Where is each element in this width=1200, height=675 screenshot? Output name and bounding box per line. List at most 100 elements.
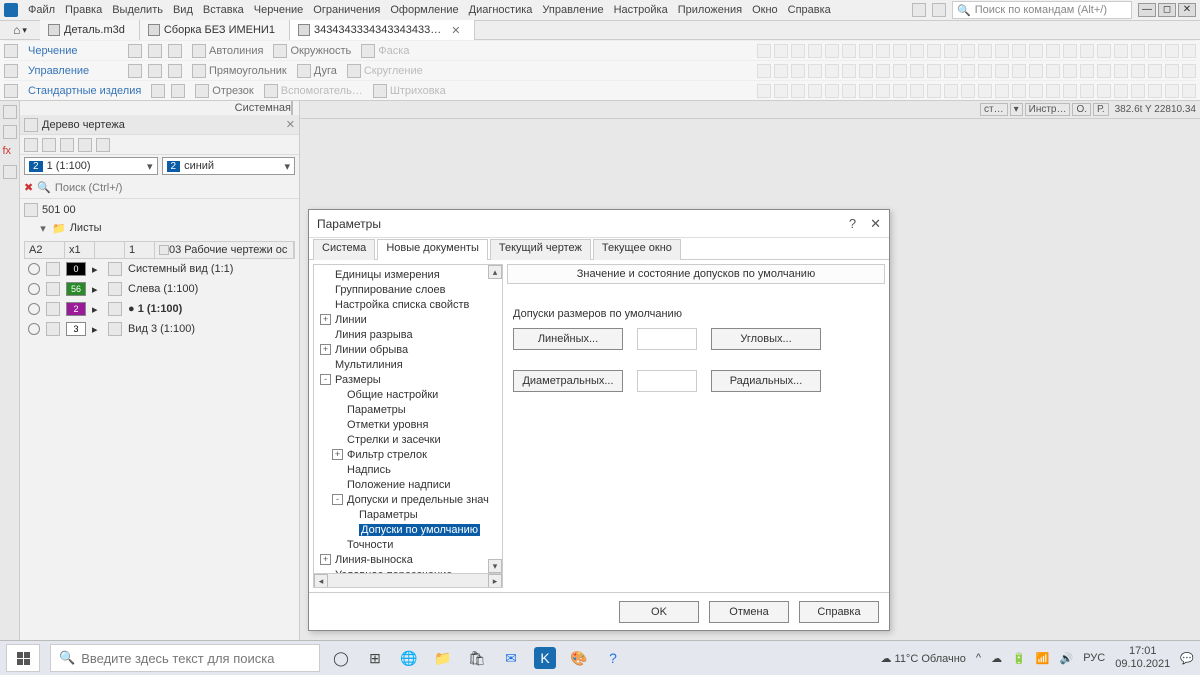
battery-icon[interactable]: 🔋 (1012, 652, 1026, 665)
menu-Вставка[interactable]: Вставка (203, 4, 244, 16)
drawing-mode-icon[interactable] (4, 44, 18, 58)
ribbon-icon[interactable] (876, 64, 890, 78)
menu-Диагностика[interactable]: Диагностика (469, 4, 533, 16)
panel-close-icon[interactable]: ✕ (286, 118, 295, 131)
scroll-up-icon[interactable]: ▴ (488, 265, 502, 279)
expand-icon[interactable]: + (332, 449, 343, 460)
ribbon-icon[interactable] (893, 84, 907, 98)
dialog-tab[interactable]: Новые документы (377, 239, 488, 260)
ribbon-tab-drawing[interactable]: Черчение (28, 45, 118, 57)
scroll-horizontal[interactable]: ◂▸ (314, 573, 502, 587)
ribbon-icon[interactable] (842, 64, 856, 78)
expand-icon[interactable]: + (320, 344, 331, 355)
ribbon-icon[interactable] (1097, 44, 1111, 58)
ribbon-icon[interactable] (774, 84, 788, 98)
ribbon-icon[interactable] (808, 84, 822, 98)
lock-icon[interactable] (46, 322, 60, 336)
open-icon[interactable] (148, 44, 162, 58)
diametral-tolerances-button[interactable]: Диаметральных... (513, 370, 623, 392)
refresh-tree-icon[interactable] (60, 138, 74, 152)
doc-tab[interactable]: 3434343334343343433…✕ (290, 20, 475, 40)
ribbon-icon[interactable] (1148, 64, 1162, 78)
expand-icon[interactable]: - (332, 494, 343, 505)
tool-aux[interactable]: Вспомогатель… (264, 84, 363, 98)
menu-Ограничения[interactable]: Ограничения (313, 4, 380, 16)
mail-icon[interactable]: ✉ (500, 647, 522, 669)
store-icon[interactable]: 🛍 (466, 647, 488, 669)
tool-hatch[interactable]: Штриховка (373, 84, 446, 98)
volume-icon[interactable]: 🔊 (1060, 652, 1074, 665)
ribbon-icon[interactable] (1148, 44, 1162, 58)
lock-icon[interactable] (46, 282, 60, 296)
view-row[interactable]: 0▸Системный вид (1:1) (24, 259, 295, 279)
ribbon-icon[interactable] (1029, 84, 1043, 98)
ribbon-icon[interactable] (1165, 44, 1179, 58)
close-window-button[interactable]: ✕ (1178, 3, 1196, 17)
help-button[interactable]: Справка (799, 601, 879, 623)
visibility-icon[interactable] (28, 283, 40, 295)
dialog-tree-item[interactable]: Точности (320, 537, 502, 552)
ribbon-icon[interactable] (978, 44, 992, 58)
angular-tolerances-button[interactable]: Угловых... (711, 328, 821, 350)
ribbon-icon[interactable] (757, 64, 771, 78)
view-mode-icon[interactable] (912, 3, 926, 17)
ribbon-icon[interactable] (910, 64, 924, 78)
menu-Вид[interactable]: Вид (173, 4, 193, 16)
start-button[interactable] (6, 644, 40, 672)
ribbon-icon[interactable] (1029, 64, 1043, 78)
ribbon-icon[interactable] (774, 64, 788, 78)
tree-node-sheets[interactable]: ▾📁Листы (24, 219, 295, 237)
visibility-icon[interactable] (28, 263, 40, 275)
minimize-button[interactable]: — (1138, 3, 1156, 17)
cancel-button[interactable]: Отмена (709, 601, 789, 623)
dialog-close-button[interactable]: ✕ (870, 216, 881, 232)
ribbon-icon[interactable] (876, 44, 890, 58)
tool-segment[interactable]: Отрезок (195, 84, 253, 98)
ribbon-icon[interactable] (859, 84, 873, 98)
ribbon-icon[interactable] (1114, 64, 1128, 78)
tree-toggle-icon[interactable] (3, 105, 17, 119)
ribbon-icon[interactable] (1046, 44, 1060, 58)
clock[interactable]: 17:0109.10.2021 (1115, 645, 1170, 671)
nav-right-icon[interactable] (171, 84, 185, 98)
ribbon-icon[interactable] (1063, 64, 1077, 78)
ribbon-icon[interactable] (1012, 44, 1026, 58)
lock-icon[interactable] (46, 302, 60, 316)
fx-icon[interactable]: fx (3, 145, 17, 159)
ribbon-icon[interactable] (1080, 84, 1094, 98)
view-mode-icon-2[interactable] (932, 3, 946, 17)
manage-icon[interactable] (4, 64, 18, 78)
tool-autoline[interactable]: Автолиния (192, 44, 263, 58)
dialog-tree-item[interactable]: Отметки уровня (320, 417, 502, 432)
undo-icon[interactable] (128, 64, 142, 78)
ribbon-icon[interactable] (859, 64, 873, 78)
dialog-tree-item[interactable]: Надпись (320, 462, 502, 477)
ribbon-icon[interactable] (1012, 84, 1026, 98)
ribbon-icon[interactable] (842, 84, 856, 98)
ribbon-icon[interactable] (1097, 84, 1111, 98)
dialog-tab[interactable]: Текущий чертеж (490, 239, 591, 260)
ribbon-icon[interactable] (1182, 44, 1196, 58)
ribbon-icon[interactable] (995, 64, 1009, 78)
scroll-down-icon[interactable]: ▾ (488, 559, 502, 573)
ribbon-icon[interactable] (961, 44, 975, 58)
dialog-tree-item[interactable]: -Размеры (320, 372, 502, 387)
ribbon-icon[interactable] (757, 44, 771, 58)
dialog-tree-item[interactable]: Параметры (320, 402, 502, 417)
ribbon-icon[interactable] (1080, 44, 1094, 58)
home-icon[interactable]: ⌂ (13, 23, 20, 37)
tool-rectangle[interactable]: Прямоугольник (192, 64, 287, 78)
view-row[interactable]: 3▸Вид 3 (1:100) (24, 319, 295, 339)
taskbar-search[interactable]: 🔍Введите здесь текст для поиска (50, 644, 320, 672)
menu-Управление[interactable]: Управление (542, 4, 603, 16)
tool-chamfer[interactable]: Фаска (361, 44, 409, 58)
menu-Справка[interactable]: Справка (788, 4, 831, 16)
notifications-icon[interactable]: 💬 (1180, 652, 1194, 665)
ribbon-icon[interactable] (1131, 64, 1145, 78)
dialog-tab[interactable]: Текущее окно (593, 239, 681, 260)
ribbon-icon[interactable] (774, 44, 788, 58)
tool-arc[interactable]: Дуга (297, 64, 337, 78)
ribbon-icon[interactable] (944, 84, 958, 98)
ribbon-icon[interactable] (791, 84, 805, 98)
maximize-button[interactable]: ◻ (1158, 3, 1176, 17)
